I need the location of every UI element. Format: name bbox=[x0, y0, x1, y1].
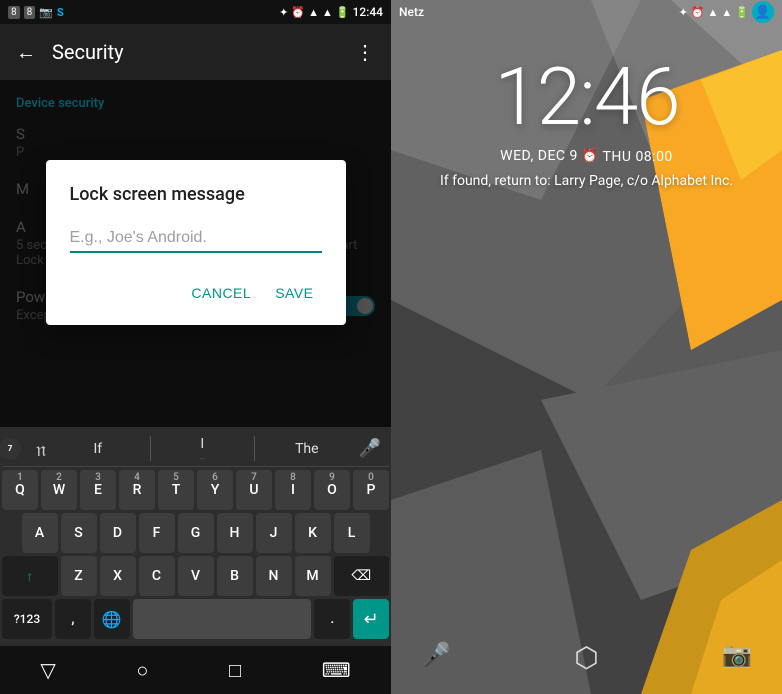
skype-icon: S bbox=[57, 6, 64, 19]
ls-status-right-icons: ✦ ⏰ ▲ ▲ 🔋 👤 bbox=[679, 1, 774, 23]
user-avatar[interactable]: 👤 bbox=[752, 1, 774, 23]
alarm-time: THU 08:00 bbox=[603, 149, 673, 165]
date-text: WED, DEC 9 bbox=[500, 148, 578, 164]
suggestion-i: I ... bbox=[150, 436, 256, 461]
key-l[interactable]: L bbox=[334, 513, 370, 553]
keyboard-row-zxcv: ↑ Z X C V B N M ⌫ bbox=[2, 556, 389, 596]
keyboard-suggestions: 7 𝔫 If I ... The 🎤 bbox=[2, 431, 389, 467]
alarm-indicator: ⏰ THU 08:00 bbox=[582, 149, 673, 165]
page-title: Security bbox=[52, 40, 355, 64]
alarm-clock-icon: ⏰ bbox=[582, 149, 599, 164]
notification-icon-8b: 8 bbox=[24, 6, 36, 19]
ls-bluetooth-icon: ✦ bbox=[679, 6, 688, 19]
ls-signal-icon: ▲ bbox=[708, 6, 719, 19]
dialog-actions: CANCEL SAVE bbox=[70, 277, 322, 317]
key-space[interactable] bbox=[133, 599, 312, 639]
key-a[interactable]: A bbox=[22, 513, 58, 553]
key-p[interactable]: 0P bbox=[353, 470, 389, 510]
key-comma[interactable]: , bbox=[55, 599, 91, 639]
ls-battery-icon: 🔋 bbox=[735, 6, 749, 19]
left-panel: 8 8 📷 S ✦ ⏰ ▲ ▲ 🔋 12:44 ← Security ⋮ Dev… bbox=[0, 0, 391, 694]
key-m[interactable]: M bbox=[295, 556, 331, 596]
key-u[interactable]: 7U bbox=[236, 470, 272, 510]
key-b[interactable]: B bbox=[217, 556, 253, 596]
ls-camera-icon[interactable]: 📷 bbox=[722, 641, 752, 674]
lockscreen-bottom-icons: 🎤 ⬡ 📷 bbox=[391, 641, 782, 674]
mic-icon[interactable]: 🎤 bbox=[359, 438, 381, 459]
ls-fingerprint-icon[interactable]: ⬡ bbox=[574, 641, 598, 674]
ls-mic-icon[interactable]: 🎤 bbox=[421, 641, 451, 674]
lock-message-input[interactable] bbox=[70, 225, 322, 251]
dialog-overlay: Lock screen message CANCEL SAVE bbox=[0, 80, 391, 427]
time-display: 12:44 bbox=[353, 5, 383, 19]
notification-icon-8: 8 bbox=[8, 6, 20, 19]
keyboard-row-bottom: ?123 , 🌐 . ↵ bbox=[2, 599, 389, 639]
key-k[interactable]: K bbox=[295, 513, 331, 553]
key-g[interactable]: G bbox=[178, 513, 214, 553]
keyboard-row-qwerty: 1Q 2W 3E 4R 5T 6Y 7U 8I 9O 0P bbox=[2, 470, 389, 510]
status-bar-left-icons: 8 8 📷 S bbox=[8, 6, 64, 19]
lock-screen-message-dialog: Lock screen message CANCEL SAVE bbox=[46, 160, 346, 325]
bluetooth-icon: ✦ bbox=[279, 6, 288, 19]
dialog-title: Lock screen message bbox=[70, 184, 322, 205]
key-v[interactable]: V bbox=[178, 556, 214, 596]
key-d[interactable]: D bbox=[100, 513, 136, 553]
key-return[interactable]: ↵ bbox=[353, 599, 389, 639]
key-n[interactable]: N bbox=[256, 556, 292, 596]
lockscreen-date: WED, DEC 9 ⏰ THU 08:00 bbox=[391, 148, 782, 165]
nav-keyboard-button[interactable]: ⌨ bbox=[322, 658, 351, 682]
signal-icon: ▲ bbox=[308, 6, 319, 19]
status-bar-right-icons: ✦ ⏰ ▲ ▲ 🔋 12:44 bbox=[279, 5, 383, 19]
lockscreen-clock: 12:46 WED, DEC 9 ⏰ THU 08:00 If found, r… bbox=[391, 50, 782, 189]
key-globe[interactable]: 🌐 bbox=[94, 599, 130, 639]
lockscreen-time: 12:46 bbox=[391, 50, 782, 144]
ls-alarm-icon: ⏰ bbox=[691, 6, 705, 19]
key-shift[interactable]: ↑ bbox=[2, 556, 58, 596]
key-c[interactable]: C bbox=[139, 556, 175, 596]
key-h[interactable]: H bbox=[217, 513, 253, 553]
key-x[interactable]: X bbox=[100, 556, 136, 596]
nav-back-button[interactable]: ▽ bbox=[40, 658, 55, 682]
more-options-button[interactable]: ⋮ bbox=[355, 40, 375, 64]
key-num-switch[interactable]: ?123 bbox=[2, 599, 52, 639]
key-e[interactable]: 3E bbox=[80, 470, 116, 510]
suggestion-if[interactable]: If bbox=[46, 441, 150, 457]
key-o[interactable]: 9O bbox=[314, 470, 350, 510]
lockscreen-message: If found, return to: Larry Page, c/o Alp… bbox=[391, 173, 782, 189]
status-bar-left: 8 8 📷 S ✦ ⏰ ▲ ▲ 🔋 12:44 bbox=[0, 0, 391, 24]
key-r[interactable]: 4R bbox=[119, 470, 155, 510]
save-button[interactable]: SAVE bbox=[267, 277, 321, 309]
app-bar: ← Security ⋮ bbox=[0, 24, 391, 80]
carrier-name: Netz bbox=[399, 5, 424, 19]
keyboard: 7 𝔫 If I ... The 🎤 1Q 2W 3E 4R 5T 6Y 7U … bbox=[0, 427, 391, 646]
alarm-icon: ⏰ bbox=[291, 6, 305, 19]
key-z[interactable]: Z bbox=[61, 556, 97, 596]
settings-content: Device security S P M A 5 seconds after … bbox=[0, 80, 391, 427]
cancel-button[interactable]: CANCEL bbox=[183, 277, 259, 309]
key-q[interactable]: 1Q bbox=[2, 470, 38, 510]
key-f[interactable]: F bbox=[139, 513, 175, 553]
key-period[interactable]: . bbox=[314, 599, 350, 639]
dialog-input-wrapper bbox=[70, 225, 322, 253]
key-t[interactable]: 5T bbox=[158, 470, 194, 510]
key-i[interactable]: 8I bbox=[275, 470, 311, 510]
key-j[interactable]: J bbox=[256, 513, 292, 553]
key-s[interactable]: S bbox=[61, 513, 97, 553]
ls-wifi-icon: ▲ bbox=[721, 6, 732, 19]
key-w[interactable]: 2W bbox=[41, 470, 77, 510]
nav-bar: ▽ ○ □ ⌨ bbox=[0, 646, 391, 694]
suggestion-the[interactable]: The bbox=[255, 441, 359, 457]
camera-icon: 📷 bbox=[39, 6, 53, 19]
lockscreen-status-bar: Netz ✦ ⏰ ▲ ▲ 🔋 👤 bbox=[391, 0, 782, 24]
wifi-icon: ▲ bbox=[322, 6, 333, 19]
key-backspace[interactable]: ⌫ bbox=[334, 556, 390, 596]
battery-icon: 🔋 bbox=[336, 6, 350, 19]
nav-recent-button[interactable]: □ bbox=[229, 658, 241, 683]
right-panel: Netz ✦ ⏰ ▲ ▲ 🔋 👤 12:46 WED, DEC 9 ⏰ THU … bbox=[391, 0, 782, 694]
key-y[interactable]: 6Y bbox=[197, 470, 233, 510]
back-button[interactable]: ← bbox=[16, 40, 36, 65]
nyt-badge: 7 bbox=[0, 438, 21, 460]
nav-home-button[interactable]: ○ bbox=[136, 658, 148, 683]
keyboard-row-asdf: A S D F G H J K L bbox=[2, 513, 389, 553]
